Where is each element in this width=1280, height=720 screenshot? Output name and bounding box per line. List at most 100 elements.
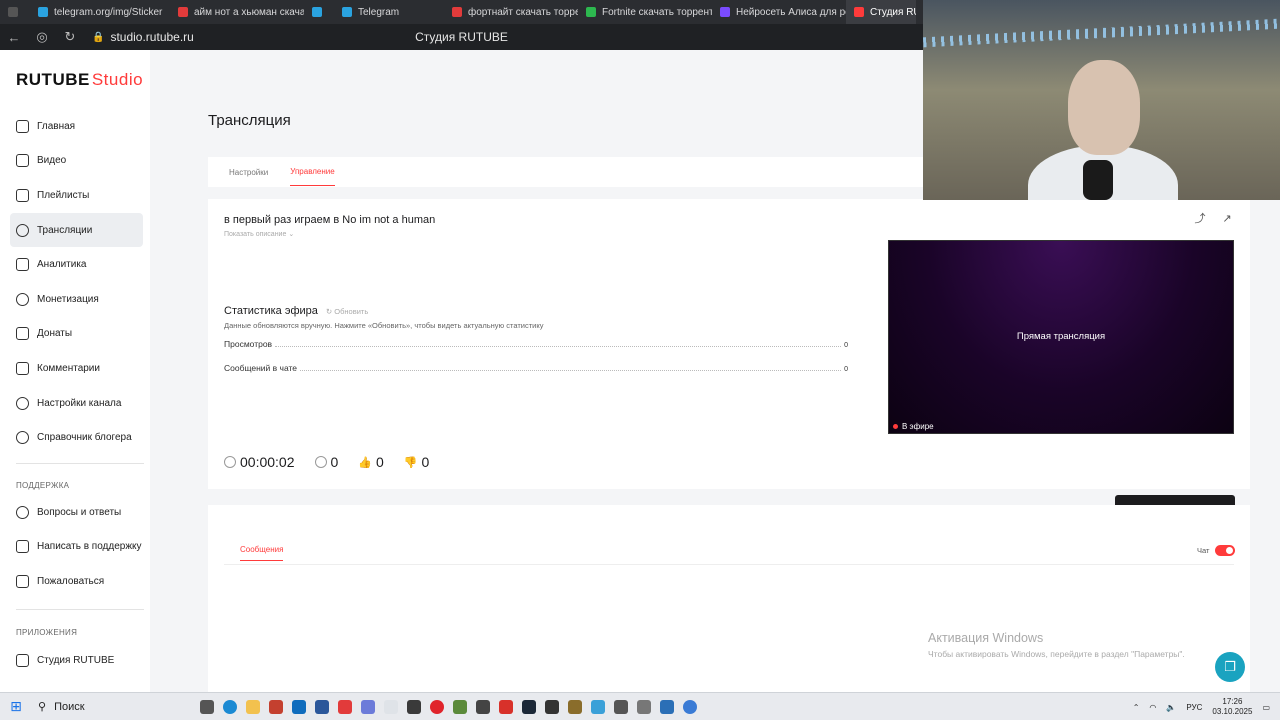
browser-tab[interactable]: Fortnite скачать торрент [578, 0, 712, 24]
taskbar-search[interactable]: ⚲ Поиск [32, 693, 180, 720]
edge-icon[interactable] [223, 699, 237, 714]
webcam-overlay [923, 0, 1280, 200]
person-face [1068, 60, 1140, 155]
app-icon[interactable] [637, 699, 651, 714]
apps-nav: Студия RUTUBE [10, 643, 143, 678]
app-icon[interactable] [568, 699, 582, 714]
tab-settings[interactable]: Настройки [229, 159, 268, 186]
word-icon[interactable] [315, 699, 329, 714]
external-link-icon[interactable]: ↗ [1221, 213, 1233, 225]
task-view-icon[interactable] [200, 699, 214, 714]
notifications-icon[interactable]: ▭ [1262, 703, 1270, 712]
windows-activation-watermark: Активация Windows Чтобы активировать Win… [928, 631, 1185, 659]
stream-tabs: Настройки Управление [208, 157, 923, 187]
app-icon[interactable] [591, 699, 605, 714]
notepad-icon[interactable] [384, 699, 398, 714]
dotted-leader [300, 370, 842, 371]
preview-label: Прямая трансляция [1016, 331, 1106, 342]
shield-icon[interactable]: ◎ [28, 29, 56, 45]
sidebar-item-comments[interactable]: Комментарии [10, 351, 143, 386]
stream-card: в первый раз играем в No im not a human … [208, 199, 1250, 522]
stream-title: в первый раз играем в No im not a human [224, 214, 436, 226]
sidebar-item-broadcasts[interactable]: Трансляции [10, 212, 143, 248]
chat-card: Сообщения Чат [208, 505, 1250, 692]
chat-bubble-icon: ❐ [1224, 659, 1236, 674]
browser-tab[interactable]: айм нот а хьюман скачат [170, 0, 304, 24]
tab-messages[interactable]: Сообщения [240, 545, 284, 561]
app-icon[interactable] [361, 699, 375, 714]
file-explorer-icon[interactable] [246, 699, 260, 714]
reload-icon[interactable]: ↻ [56, 29, 84, 45]
app-icon[interactable] [660, 699, 674, 714]
sidebar-item-home[interactable]: Главная [10, 109, 143, 144]
stream-preview[interactable]: Прямая трансляция В эфире [888, 240, 1234, 434]
home-icon [16, 119, 29, 133]
browser-tab[interactable]: telegram.org/img/Sticker [30, 0, 170, 24]
sidebar-item-donations[interactable]: Донаты [10, 317, 143, 352]
browser-menu-button[interactable] [0, 0, 30, 24]
powerpoint-icon[interactable] [269, 699, 283, 714]
app-icon[interactable] [614, 699, 628, 714]
playlist-icon [16, 188, 29, 202]
sidebar-item-complain[interactable]: Пожаловаться [10, 564, 143, 599]
stats-header: Статистика эфира ↻ Обновить [224, 305, 368, 317]
windows-start-icon[interactable]: ⊞ [0, 698, 32, 715]
sidebar-divider [16, 609, 144, 610]
show-description-link[interactable]: Показать описание ⌄ [224, 230, 294, 238]
stats-note: Данные обновляются вручную. Нажмите «Обн… [224, 321, 544, 330]
broadcast-icon [16, 223, 29, 237]
volume-icon[interactable]: 🔈 [1166, 703, 1176, 712]
chat-toggle[interactable] [1215, 545, 1235, 556]
sidebar-item-studio-app[interactable]: Студия RUTUBE [10, 643, 143, 678]
outlook-icon[interactable] [292, 699, 306, 714]
watermark-text: Чтобы активировать Windows, перейдите в … [928, 649, 1185, 659]
microphone [1083, 160, 1113, 200]
clock[interactable]: 17:26 03.10.2025 [1212, 697, 1252, 717]
app-icon[interactable] [545, 699, 559, 714]
minecraft-icon[interactable] [453, 699, 467, 714]
wps-icon[interactable] [499, 699, 513, 714]
game-icon[interactable] [407, 699, 421, 714]
sidebar-item-analytics[interactable]: Аналитика [10, 247, 143, 282]
refresh-button[interactable]: ↻ Обновить [326, 307, 368, 316]
sidebar-item-write-support[interactable]: Написать в поддержку [10, 530, 143, 565]
sidebar-item-video[interactable]: Видео [10, 144, 143, 179]
app-icon[interactable] [476, 699, 490, 714]
stat-label: Просмотров [224, 339, 273, 349]
donate-icon [16, 327, 29, 341]
help-chat-button[interactable]: ❐ [1215, 652, 1245, 682]
url-field[interactable]: 🔒 studio.rutube.ru [92, 30, 194, 44]
share-icon[interactable]: ⤴ [1194, 213, 1206, 225]
stat-value: 0 [844, 366, 848, 373]
yandex-icon[interactable] [338, 699, 352, 714]
language-indicator[interactable]: РУС [1186, 703, 1202, 712]
browser-tab-active[interactable]: Студия RU [846, 0, 916, 24]
sidebar-item-faq[interactable]: Вопросы и ответы [10, 495, 143, 530]
opera-icon[interactable] [430, 699, 444, 714]
led-lights [923, 18, 1280, 48]
steam-icon[interactable] [522, 699, 536, 714]
browser-tab[interactable]: Telegram [334, 0, 444, 24]
browser-tab[interactable] [304, 0, 334, 24]
sidebar-item-blogger-guide[interactable]: Справочник блогера [10, 420, 143, 455]
sidebar-item-monetization[interactable]: Монетизация [10, 282, 143, 317]
chat-divider [224, 564, 1234, 565]
likes-counter: 👍 0 [358, 454, 384, 470]
app-icon [16, 653, 29, 667]
settings-icon [16, 396, 29, 410]
browser-tab[interactable]: фортнайт скачать торре [444, 0, 578, 24]
chevron-up-icon[interactable]: ⌃ [1133, 703, 1140, 712]
back-icon[interactable]: ← [0, 30, 28, 45]
wifi-icon[interactable]: ◠ [1149, 703, 1156, 712]
dislikes-counter: 👎 0 [403, 454, 430, 470]
sidebar-item-playlists[interactable]: Плейлисты [10, 178, 143, 213]
flag-icon [16, 574, 29, 588]
rutube-studio-logo[interactable]: RUTUBE Studio [16, 70, 143, 90]
browser-tab[interactable]: Нейросеть Алиса для ре [712, 0, 846, 24]
lock-icon: 🔒 [92, 31, 105, 43]
tab-management[interactable]: Управление [290, 158, 335, 186]
page-title: Трансляция [208, 112, 291, 129]
sidebar-item-channel-settings[interactable]: Настройки канала [10, 386, 143, 421]
yandex-browser-icon[interactable] [683, 699, 697, 714]
chat-toggle-label: Чат [1197, 546, 1210, 555]
